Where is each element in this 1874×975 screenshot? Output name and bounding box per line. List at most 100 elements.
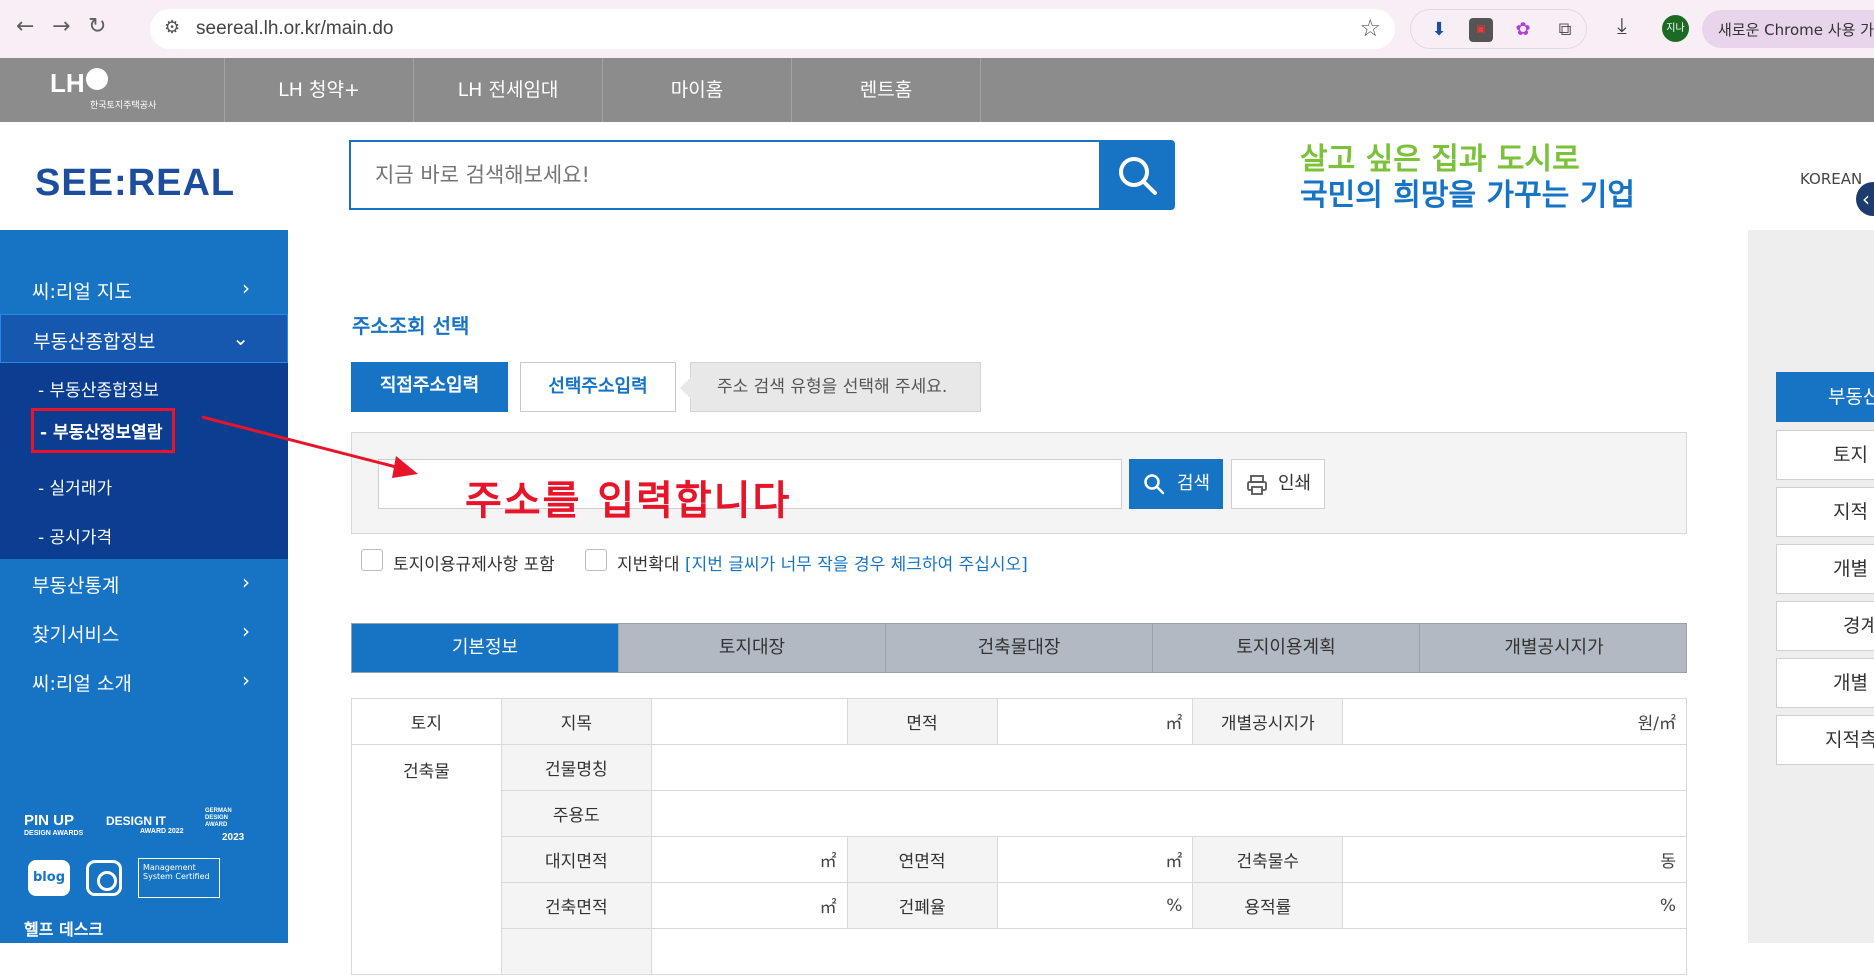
table-row: 건축면적 ㎡ 건폐율 % 용적률 %: [352, 882, 1687, 929]
building-area-label: 건축면적: [500, 882, 652, 929]
info-tabs: 기본정보 토지대장 건축물대장 토지이용계획 개별공시지가: [351, 623, 1687, 673]
land-regulation-label: 토지이용규제사항 포함: [393, 555, 555, 575]
empty-cell: [650, 928, 1688, 975]
lh-top-bar: LH 한국토지주택공사 LH 청약+ LH 전세임대 마이홈 렌트홈: [0, 58, 1874, 122]
slogan-line2: 국민의 희망을 가꾸는 기업: [1300, 178, 1635, 213]
lot-enlarge-label: 지번확대 [지번 글씨가 너무 작을 경우 체크하여 주십시오]: [617, 550, 1028, 575]
tab-basic-info[interactable]: 기본정보: [352, 624, 619, 672]
helpdesk-link[interactable]: 헬프 데스크: [24, 916, 103, 940]
annotation-text: 주소를 입력합니다: [465, 478, 792, 524]
jimok-label: 지목: [500, 698, 652, 745]
submenu-realestate-info[interactable]: - 부동산종합정보: [38, 376, 159, 401]
bookmark-star-icon[interactable]: ☆: [1359, 14, 1381, 42]
sidebar-item-find-service[interactable]: 찾기서비스 ›: [0, 608, 288, 657]
site-header: SEE:REAL 살고 싶은 집과 도시로 국민의 희망을 가꾸는 기업 KOR…: [0, 122, 1874, 230]
right-panel-item[interactable]: 토지: [1776, 430, 1874, 480]
right-panel-header[interactable]: 부동산: [1776, 372, 1874, 422]
extension-download-icon[interactable]: ⬇: [1427, 18, 1451, 42]
basic-info-table: 토지 지목 면적 ㎡ 개별공시지가 원/㎡ 건축물 건물명칭 주용도 대지면적 …: [351, 698, 1688, 975]
site-area-unit: ㎡: [650, 836, 848, 883]
address-input-box: 주소를 입력합니다: [378, 459, 1122, 524]
main-content: 주소조회 선택 직접주소입력 선택주소입력 주소 검색 유형을 선택해 주세요.…: [288, 230, 1748, 975]
extensions-group: ⬇ ▣ ✿ ⧉: [1410, 9, 1587, 49]
site-area-label: 대지면적: [500, 836, 652, 883]
bcr-label: 건폐율: [846, 882, 998, 929]
price-unit: 원/㎡: [1342, 698, 1687, 745]
chevron-right-icon: ›: [242, 619, 250, 643]
certification-badge: Management System Certified: [138, 858, 220, 898]
tab-individual-price[interactable]: 개별공시지가: [1420, 624, 1688, 672]
total-area-label: 연면적: [846, 836, 998, 883]
submenu-real-transaction[interactable]: - 실거래가: [38, 474, 112, 499]
extension-lotus-icon[interactable]: ✿: [1511, 18, 1535, 42]
right-panel-item[interactable]: 개별: [1776, 658, 1874, 708]
sidebar-item-label: 씨:리얼 소개: [32, 673, 132, 695]
address-search-button[interactable]: 검색: [1129, 459, 1223, 509]
slogan: 살고 싶은 집과 도시로 국민의 희망을 가꾸는 기업: [1300, 142, 1635, 214]
area-label: 면적: [846, 698, 998, 745]
right-panel-item[interactable]: 개별: [1776, 544, 1874, 594]
sidebar-item-about[interactable]: 씨:리얼 소개 ›: [0, 657, 288, 706]
address-search-panel: 주소를 입력합니다 검색 인쇄: [351, 432, 1687, 534]
language-selector[interactable]: KOREAN: [1800, 170, 1862, 188]
table-row: 주용도: [352, 790, 1688, 837]
submenu-realestate-view[interactable]: - 부동산정보열람: [31, 408, 176, 453]
select-address-input-tab[interactable]: 선택주소입력: [520, 362, 676, 412]
right-panel-item[interactable]: 경계: [1776, 601, 1874, 651]
address-bar[interactable]: ⚙ seereal.lh.or.kr/main.do ☆: [150, 9, 1395, 49]
sidebar-item-statistics[interactable]: 부동산통계 ›: [0, 559, 288, 608]
table-row: 대지면적 ㎡ 연면적 ㎡ 건축물수 동: [352, 836, 1687, 883]
lot-enlarge-checkbox[interactable]: [585, 549, 607, 571]
chevron-right-icon: ›: [242, 668, 250, 692]
sidebar-item-map[interactable]: 씨:리얼 지도 ›: [0, 265, 288, 314]
seereal-logo[interactable]: SEE:REAL: [35, 162, 235, 205]
far-label: 용적률: [1192, 882, 1344, 929]
blog-icon[interactable]: blog: [28, 860, 70, 896]
right-panel-item[interactable]: 지적측: [1776, 715, 1874, 765]
lh-logo[interactable]: LH 한국토지주택공사: [0, 58, 225, 122]
right-panel-item[interactable]: 지적: [1776, 487, 1874, 537]
submenu-official-price[interactable]: - 공시가격: [38, 523, 112, 548]
print-button[interactable]: 인쇄: [1231, 459, 1325, 509]
tab-land-use-plan[interactable]: 토지이용계획: [1153, 624, 1420, 672]
printer-icon: [1247, 475, 1267, 495]
lot-enlarge-text: 지번확대: [617, 555, 680, 575]
building-row-header: 건축물: [351, 744, 502, 975]
global-search-box: [349, 140, 1099, 210]
downloads-icon[interactable]: ⤓: [1617, 14, 1627, 39]
direct-address-input-tab[interactable]: 직접주소입력: [351, 362, 508, 412]
global-search-input[interactable]: [351, 142, 1099, 208]
back-icon[interactable]: ←: [16, 14, 34, 39]
total-area-unit: ㎡: [996, 836, 1194, 883]
forward-icon[interactable]: →: [52, 14, 70, 39]
land-regulation-checkbox[interactable]: [361, 549, 383, 571]
global-search-button[interactable]: [1099, 140, 1175, 210]
site-info-icon[interactable]: ⚙: [164, 17, 180, 38]
main-use-value: [650, 790, 1688, 837]
pinup-award-logo: PIN UP: [24, 812, 75, 829]
new-chrome-available-button[interactable]: 새로운 Chrome 사용 가능: [1702, 10, 1874, 48]
profile-avatar[interactable]: 지나: [1662, 15, 1689, 42]
tab-building-register[interactable]: 건축물대장: [886, 624, 1153, 672]
chevron-down-icon: ⌄: [232, 326, 249, 350]
extension-monitor-icon[interactable]: ▣: [1469, 18, 1493, 42]
building-name-value: [650, 744, 1688, 791]
section-title: 주소조회 선택: [352, 314, 470, 338]
instagram-icon[interactable]: [86, 860, 122, 896]
right-quick-panel: 부동산 토지 지적 개별 경계 개별 지적측: [1748, 230, 1874, 943]
chevron-right-icon: ›: [242, 276, 250, 300]
lh-tab-myhome[interactable]: 마이홈: [603, 58, 792, 122]
lh-tab-renthome[interactable]: 렌트홈: [792, 58, 981, 122]
mode-hint-tooltip: 주소 검색 유형을 선택해 주세요.: [680, 362, 981, 412]
print-button-label: 인쇄: [1278, 473, 1312, 494]
lh-tab-cheongyak[interactable]: LH 청약+: [225, 58, 414, 122]
lh-tab-jeonse[interactable]: LH 전세임대: [414, 58, 603, 122]
price-label: 개별공시지가: [1192, 698, 1344, 745]
sidebar-item-label: 부동산종합정보: [33, 331, 156, 353]
sidebar-item-realestate-info[interactable]: 부동산종합정보 ⌄: [0, 314, 288, 363]
tab-land-register[interactable]: 토지대장: [619, 624, 886, 672]
table-row: 토지 지목 면적 ㎡ 개별공시지가 원/㎡: [351, 698, 1687, 745]
extensions-puzzle-icon[interactable]: ⧉: [1553, 18, 1577, 42]
reload-icon[interactable]: ↻: [88, 14, 106, 39]
jimok-value: [650, 698, 848, 745]
